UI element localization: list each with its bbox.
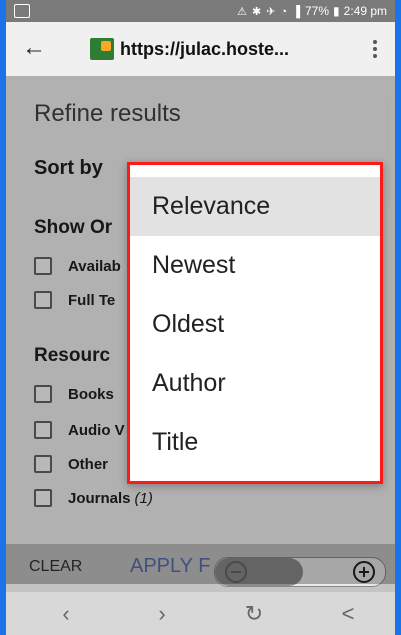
clock: 2:49 pm	[343, 4, 387, 18]
forward-nav-icon[interactable]: ›	[150, 602, 174, 626]
device-screen: ⚠ ✱ ✈ ◔ ▐ 77% ▮ 2:49 pm ← https://julac.…	[6, 0, 395, 635]
site-favicon-icon	[90, 38, 114, 60]
status-right: ⚠ ✱ ✈ ◔ ▐ 77% ▮ 2:49 pm	[237, 4, 387, 18]
status-icons: ⚠ ✱ ✈ ◔ ▐	[237, 5, 301, 18]
sort-option-oldest[interactable]: Oldest	[130, 295, 380, 354]
overflow-menu-icon[interactable]	[373, 40, 377, 58]
notification-icon	[14, 4, 30, 18]
refresh-icon[interactable]: ↻	[242, 602, 266, 626]
sort-option-relevance[interactable]: Relevance	[130, 177, 380, 236]
back-arrow-icon[interactable]: ←	[22, 36, 46, 60]
back-nav-icon[interactable]: ‹	[54, 602, 78, 626]
sort-dropdown: Relevance Newest Oldest Author Title	[127, 162, 383, 484]
battery-level: 77%	[305, 4, 330, 18]
sort-option-title[interactable]: Title	[130, 413, 380, 472]
battery-icon: ▮	[333, 4, 340, 18]
scrollbar[interactable]	[386, 100, 390, 205]
browser-nav-bar: ‹ › ↻ <	[6, 592, 395, 635]
status-bar: ⚠ ✱ ✈ ◔ ▐ 77% ▮ 2:49 pm	[6, 0, 395, 22]
sort-option-newest[interactable]: Newest	[130, 236, 380, 295]
share-icon[interactable]: <	[336, 602, 360, 626]
browser-toolbar: ← https://julac.hoste...	[6, 22, 395, 77]
url-bar[interactable]: https://julac.hoste...	[120, 39, 289, 60]
sort-option-author[interactable]: Author	[130, 354, 380, 413]
